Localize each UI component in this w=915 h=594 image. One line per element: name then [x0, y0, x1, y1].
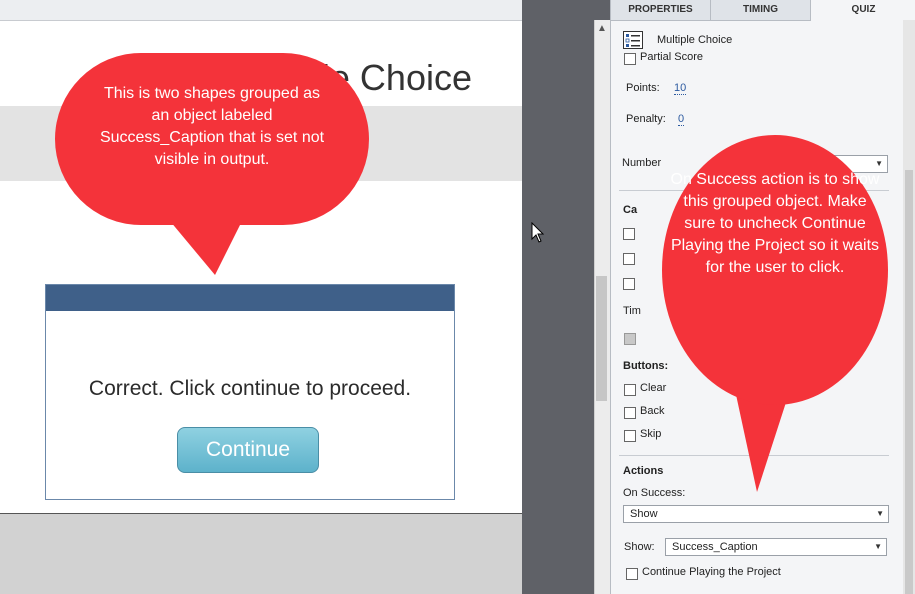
right-callout-text: On Success action is to show this groupe…: [670, 171, 880, 276]
back-checkbox[interactable]: [624, 407, 636, 419]
clear-label: Clear: [640, 382, 667, 394]
skip-checkbox[interactable]: [624, 430, 636, 442]
tab-properties[interactable]: PROPERTIES: [611, 0, 711, 20]
divider: [619, 455, 889, 456]
tab-timing[interactable]: TIMING: [711, 0, 811, 20]
points-label: Points:: [626, 82, 660, 94]
chevron-down-icon: ▼: [874, 542, 882, 551]
multiple-choice-icon: [623, 31, 643, 49]
penalty-label: Penalty:: [626, 113, 666, 125]
left-callout-text: This is two shapes grouped as an object …: [99, 85, 325, 168]
partial-score-checkbox[interactable]: [624, 53, 636, 65]
stage-gutter: [522, 0, 594, 594]
caption-checkbox-3[interactable]: [623, 278, 635, 290]
actions-section-label: Actions: [623, 465, 664, 477]
show-dropdown[interactable]: Success_Caption ▼: [665, 538, 887, 556]
on-success-label: On Success:: [623, 487, 686, 499]
panel-tabs: PROPERTIES TIMING QUIZ: [611, 0, 915, 21]
mouse-cursor-icon: [531, 222, 545, 243]
penalty-value[interactable]: 0: [678, 113, 685, 126]
on-success-dropdown[interactable]: Show ▼: [623, 505, 889, 523]
panel-scroll-thumb[interactable]: [905, 170, 913, 594]
buttons-section-label: Buttons:: [623, 360, 669, 372]
show-label: Show:: [624, 541, 655, 553]
continue-button[interactable]: Continue: [177, 427, 319, 473]
timer-label: Tim: [623, 305, 641, 317]
scroll-up-icon[interactable]: ▲: [594, 22, 610, 36]
success-caption-message: Correct. Click continue to proceed.: [88, 377, 412, 400]
on-success-value: Show: [630, 508, 658, 520]
back-label: Back: [640, 405, 665, 417]
caption-checkbox-1[interactable]: [623, 228, 635, 240]
stage-top-strip: [0, 0, 522, 21]
right-callout: On Success action is to show this groupe…: [662, 135, 888, 405]
continue-playing-label: Continue Playing the Project: [642, 566, 781, 578]
stage-scroll-thumb[interactable]: [596, 276, 607, 401]
skip-label: Skip: [640, 428, 662, 440]
continue-playing-checkbox[interactable]: [626, 568, 638, 580]
show-value: Success_Caption: [672, 541, 758, 553]
clear-checkbox[interactable]: [624, 384, 636, 396]
numbering-label: Number: [622, 157, 662, 169]
caption-checkbox-2[interactable]: [623, 253, 635, 265]
tab-quiz[interactable]: QUIZ: [811, 0, 915, 21]
success-caption-header: [46, 285, 454, 311]
object-type-label: Multiple Choice: [657, 34, 733, 46]
partial-score-label: Partial Score: [640, 51, 703, 63]
success-caption-group[interactable]: Correct. Click continue to proceed. Cont…: [45, 284, 455, 500]
points-value[interactable]: 10: [674, 82, 687, 95]
chevron-down-icon: ▼: [876, 509, 884, 518]
left-callout: This is two shapes grouped as an object …: [55, 53, 369, 225]
captions-label: Ca: [623, 204, 638, 216]
timer-checkbox[interactable]: [624, 333, 636, 345]
